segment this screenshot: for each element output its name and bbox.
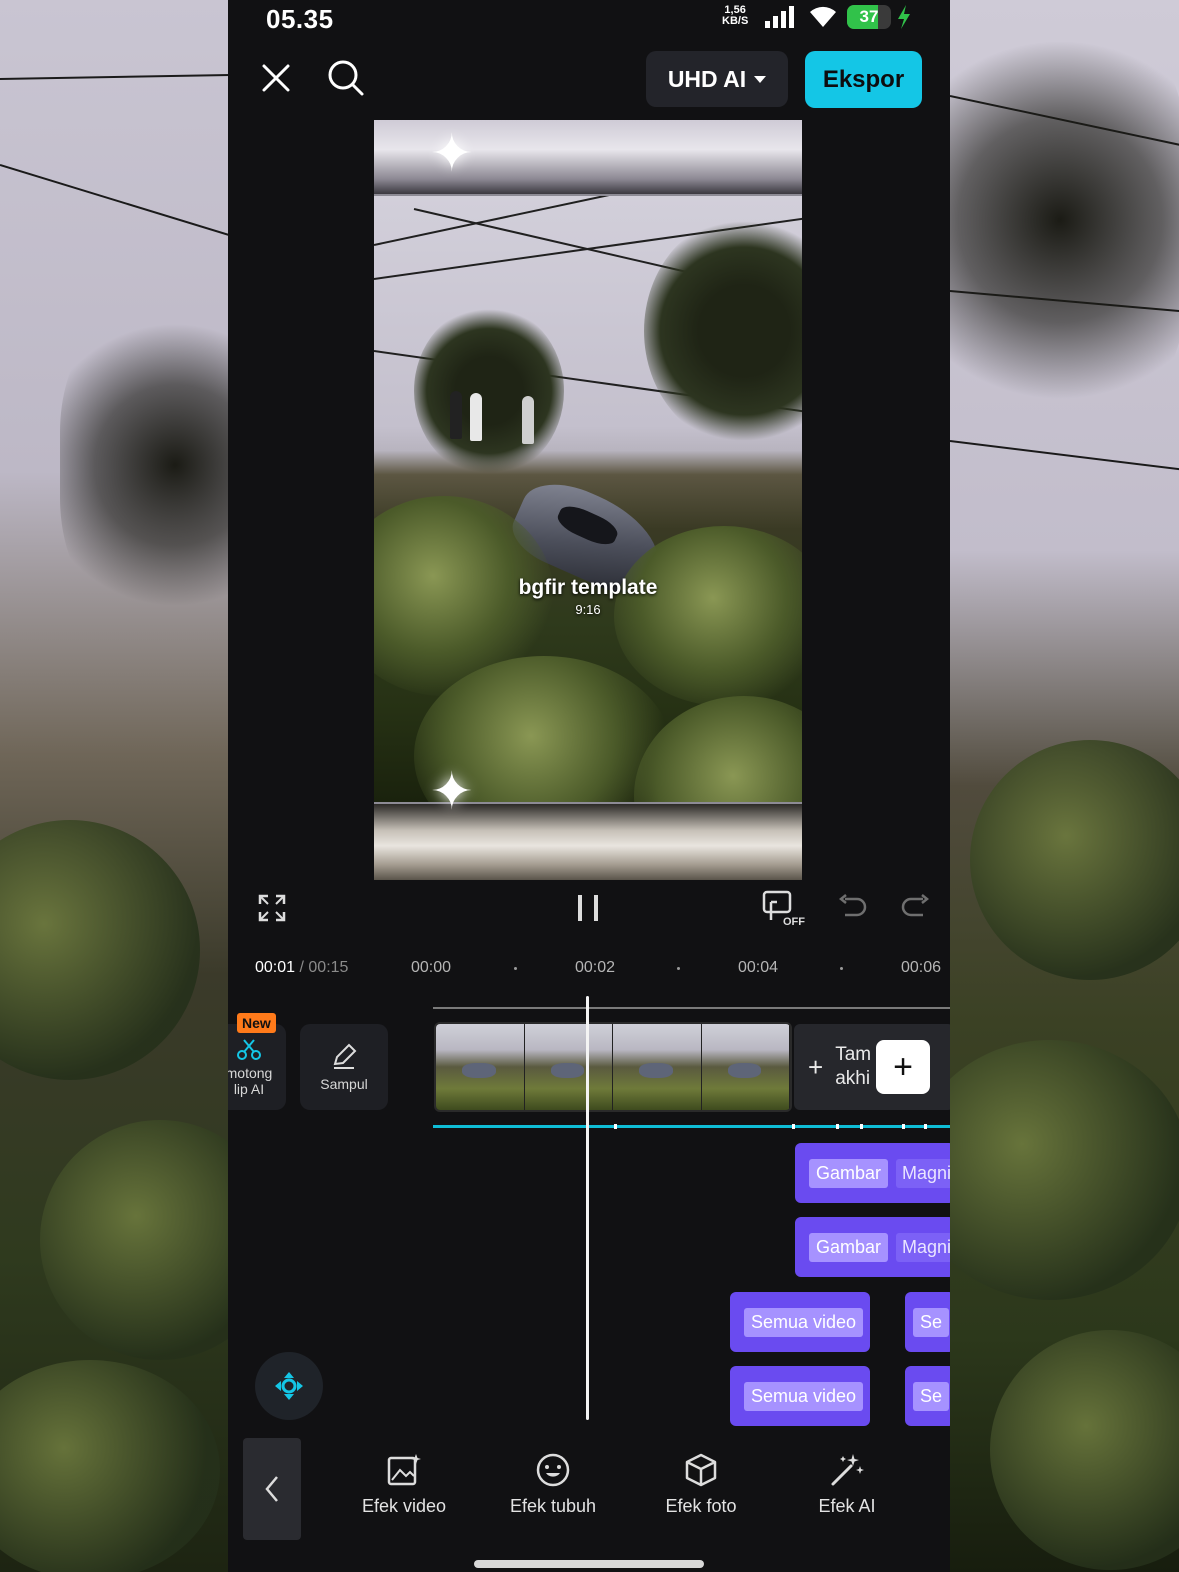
- playhead[interactable]: [586, 996, 589, 1420]
- clip-thumbnail: [524, 1024, 613, 1110]
- image-sparkle-icon: [387, 1454, 421, 1486]
- preview-scene: [374, 196, 802, 802]
- undo-icon[interactable]: [834, 890, 870, 926]
- cube-icon: [685, 1453, 717, 1487]
- video-effect-track[interactable]: Semua video: [730, 1366, 870, 1426]
- export-button[interactable]: Ekspor: [805, 51, 922, 108]
- toolbar-item-photo-effects[interactable]: Efek foto: [631, 1452, 771, 1517]
- ruler-mark: 00:06: [901, 959, 942, 976]
- back-button[interactable]: [243, 1438, 301, 1540]
- home-indicator[interactable]: [474, 1560, 704, 1568]
- background-blur-left: [0, 0, 230, 1572]
- battery-icon: 37: [847, 5, 891, 29]
- fullscreen-icon[interactable]: [254, 890, 290, 926]
- clip-thumbnail: [436, 1024, 525, 1110]
- status-bar: 05.35 1,56 KB/S 37: [228, 0, 950, 42]
- watermark-subtitle: 9:16: [575, 602, 601, 617]
- network-speed: 1,56 KB/S: [722, 4, 749, 27]
- toolbar-item-ai-effects[interactable]: Efek AI: [777, 1452, 917, 1517]
- pause-icon[interactable]: [570, 888, 606, 928]
- clip-thumbnail: [701, 1024, 790, 1110]
- cover-label: Sampul: [320, 1076, 368, 1092]
- effect-track[interactable]: Gambar Magni: [795, 1217, 950, 1277]
- wifi-icon: [808, 3, 838, 34]
- top-bar: UHD AI Ekspor: [228, 50, 950, 110]
- ruler-mark: 00:00: [411, 959, 452, 976]
- watermark-title: bgfir template: [518, 576, 658, 599]
- toolbar-item-video-effects[interactable]: Efek video: [334, 1452, 474, 1517]
- ruler-mark: 00:02: [575, 959, 616, 976]
- signal-icon: [765, 6, 797, 28]
- redo-icon[interactable]: [898, 890, 934, 926]
- charging-icon: [896, 4, 912, 35]
- magic-wand-icon: [831, 1454, 864, 1486]
- quality-dropdown[interactable]: UHD AI: [646, 51, 788, 107]
- audio-track-line: [433, 1125, 950, 1128]
- video-effect-track[interactable]: Se: [905, 1292, 950, 1352]
- total-time: / 00:15: [299, 959, 349, 976]
- ruler-mark: 00:04: [738, 959, 779, 976]
- pencil-icon: [333, 1043, 357, 1069]
- playback-controls: OFF: [228, 886, 950, 930]
- time-ruler: 00:01 / 00:15 00:00 00:02 00:04 00:06: [228, 955, 950, 983]
- video-effect-track[interactable]: Semua video: [730, 1292, 870, 1352]
- effect-track[interactable]: Gambar Magni: [795, 1143, 950, 1203]
- loop-toggle-icon[interactable]: OFF: [760, 888, 806, 928]
- screen-root: 05.35 1,56 KB/S 37 UHD AI Ekspor ✦ ✦ bgf…: [0, 0, 1179, 1572]
- clip-thumbnail: [613, 1024, 702, 1110]
- search-icon[interactable]: [326, 58, 366, 98]
- chevron-down-icon: [754, 75, 767, 83]
- preview-watermark: bgfir template 9:16: [374, 576, 802, 617]
- sparkle-icon: ✦: [430, 763, 474, 821]
- current-time: 00:01: [255, 959, 296, 976]
- toolbar-item-body-effects[interactable]: Efek tubuh: [483, 1452, 623, 1517]
- scissors-icon: [237, 1039, 261, 1060]
- ai-cut-tool[interactable]: motong lip AI: [228, 1024, 286, 1110]
- video-effect-track[interactable]: Se: [905, 1366, 950, 1426]
- chevron-left-icon: [265, 1476, 278, 1502]
- plus-icon: +: [808, 1051, 824, 1082]
- close-icon[interactable]: [256, 58, 296, 98]
- video-clip[interactable]: [434, 1022, 792, 1112]
- ai-cut-label: motong: [228, 1065, 273, 1081]
- editor-window: 05.35 1,56 KB/S 37 UHD AI Ekspor ✦ ✦ bgf…: [228, 0, 950, 1572]
- new-badge: New: [237, 1013, 276, 1033]
- video-preview[interactable]: ✦ ✦ bgfir template 9:16: [374, 120, 802, 880]
- status-time: 05.35: [266, 4, 334, 34]
- sparkle-icon: ✦: [430, 125, 474, 183]
- background-blur-right: [950, 0, 1179, 1572]
- bottom-toolbar: Efek video Efek tubuh Efek foto Efek AI: [228, 1428, 950, 1572]
- move-arrows-icon: [275, 1372, 303, 1400]
- face-smile-icon: [536, 1453, 570, 1487]
- add-clip-button[interactable]: +: [876, 1040, 930, 1094]
- cover-button[interactable]: Sampul: [300, 1024, 388, 1110]
- loop-state-label: OFF: [783, 916, 805, 928]
- main-track-line: [433, 1007, 950, 1009]
- keyframe-button[interactable]: [255, 1352, 323, 1420]
